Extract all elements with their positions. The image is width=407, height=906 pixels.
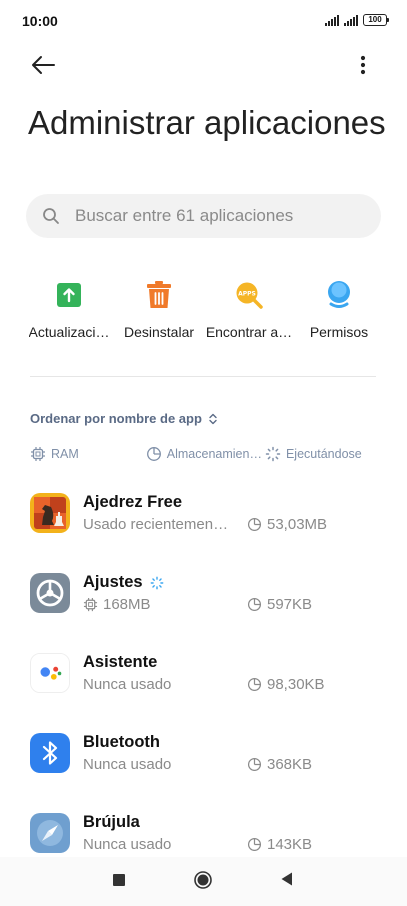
list-item-ajedrez[interactable]: Ajedrez Free Usado recientemen… 53,03MB <box>30 493 380 557</box>
navigation-bar <box>0 857 407 906</box>
update-icon <box>52 278 86 312</box>
compass-app-icon <box>30 813 70 853</box>
more-options-button[interactable] <box>350 52 376 78</box>
app-size: 53,03MB <box>247 516 327 533</box>
battery-icon: 100 <box>363 14 389 26</box>
list-item-asistente[interactable]: Asistente Nunca usado 98,30KB <box>30 653 380 717</box>
permissions-label: Permisos <box>309 324 369 340</box>
filter-storage-label: Almacenamien… <box>166 447 262 461</box>
bluetooth-app-icon <box>30 733 70 773</box>
search-icon <box>43 208 59 224</box>
page-title: Administrar aplicaciones <box>28 104 386 141</box>
pie-icon <box>146 447 161 461</box>
update-label: Actualizaci… <box>28 324 110 340</box>
settings-app-icon <box>30 573 70 613</box>
app-size: 98,30KB <box>247 676 325 693</box>
sort-label: Ordenar por nombre de app <box>30 411 202 426</box>
search-bar[interactable] <box>26 194 381 238</box>
sort-selector[interactable]: Ordenar por nombre de app <box>30 411 218 426</box>
app-name: Asistente <box>83 653 158 671</box>
trash-icon <box>142 278 176 312</box>
permissions-icon <box>322 278 356 312</box>
square-icon <box>113 874 125 886</box>
app-ram: 168MB <box>103 596 151 613</box>
pie-icon <box>247 837 262 852</box>
update-action[interactable]: Actualizaci… <box>24 278 114 340</box>
back-arrow-icon <box>32 56 55 74</box>
divider <box>30 376 376 377</box>
pie-icon <box>247 677 262 692</box>
status-icons: 100 <box>325 14 389 26</box>
triangle-back-icon <box>281 872 292 886</box>
home-circle-icon <box>194 871 212 889</box>
search-input[interactable] <box>73 205 357 227</box>
more-vert-icon <box>360 55 366 75</box>
back-button[interactable] <box>28 50 58 80</box>
app-status: Nunca usado <box>83 756 172 773</box>
action-row: Actualizaci… Desinstalar APPS Encontrar … <box>24 278 384 340</box>
pie-icon <box>247 757 262 772</box>
list-item-ajustes[interactable]: Ajustes 168MB 597KB <box>30 573 380 637</box>
svg-text:APPS: APPS <box>238 291 256 298</box>
loading-icon <box>265 446 281 462</box>
app-size: 143KB <box>247 836 312 853</box>
find-apps-action[interactable]: APPS Encontrar a… <box>204 278 294 340</box>
filter-running-label: Ejecutándose <box>285 447 362 461</box>
app-status: Usado recientemen… <box>83 516 229 533</box>
filter-storage[interactable]: Almacenamien… <box>146 446 262 462</box>
filter-ram[interactable]: RAM <box>30 446 79 462</box>
running-icon <box>150 576 163 589</box>
status-time: 10:00 <box>22 13 58 29</box>
assistant-app-icon <box>30 653 70 693</box>
chip-icon <box>83 597 98 612</box>
uninstall-action[interactable]: Desinstalar <box>114 278 204 340</box>
recents-button[interactable] <box>113 873 125 891</box>
app-name: Brújula <box>83 813 140 831</box>
find-apps-icon: APPS <box>232 278 266 312</box>
app-name: Ajedrez Free <box>83 493 183 511</box>
signal-icon <box>325 14 339 26</box>
filter-row: RAM Almacenamien… Ejecutándose <box>30 446 362 462</box>
pie-icon <box>247 597 262 612</box>
app-size: 597KB <box>247 596 312 613</box>
app-status: Nunca usado <box>83 676 172 693</box>
find-apps-label: Encontrar a… <box>205 324 293 340</box>
app-size: 368KB <box>247 756 312 773</box>
sort-toggle-icon <box>209 413 217 424</box>
filter-ram-label: RAM <box>51 447 79 461</box>
list-item-bluetooth[interactable]: Bluetooth Nunca usado 368KB <box>30 733 380 797</box>
app-name: Bluetooth <box>83 733 160 751</box>
back-nav-button[interactable] <box>281 872 293 891</box>
chip-icon <box>31 447 45 461</box>
permissions-action[interactable]: Permisos <box>294 278 384 340</box>
signal-icon-2 <box>344 14 358 26</box>
filter-running[interactable]: Ejecutándose <box>265 446 362 462</box>
home-button[interactable] <box>194 871 212 894</box>
app-status: Nunca usado <box>83 836 172 853</box>
app-name: Ajustes <box>83 573 143 591</box>
pie-icon <box>247 517 262 532</box>
chess-app-icon <box>30 493 70 533</box>
uninstall-label: Desinstalar <box>123 324 195 340</box>
